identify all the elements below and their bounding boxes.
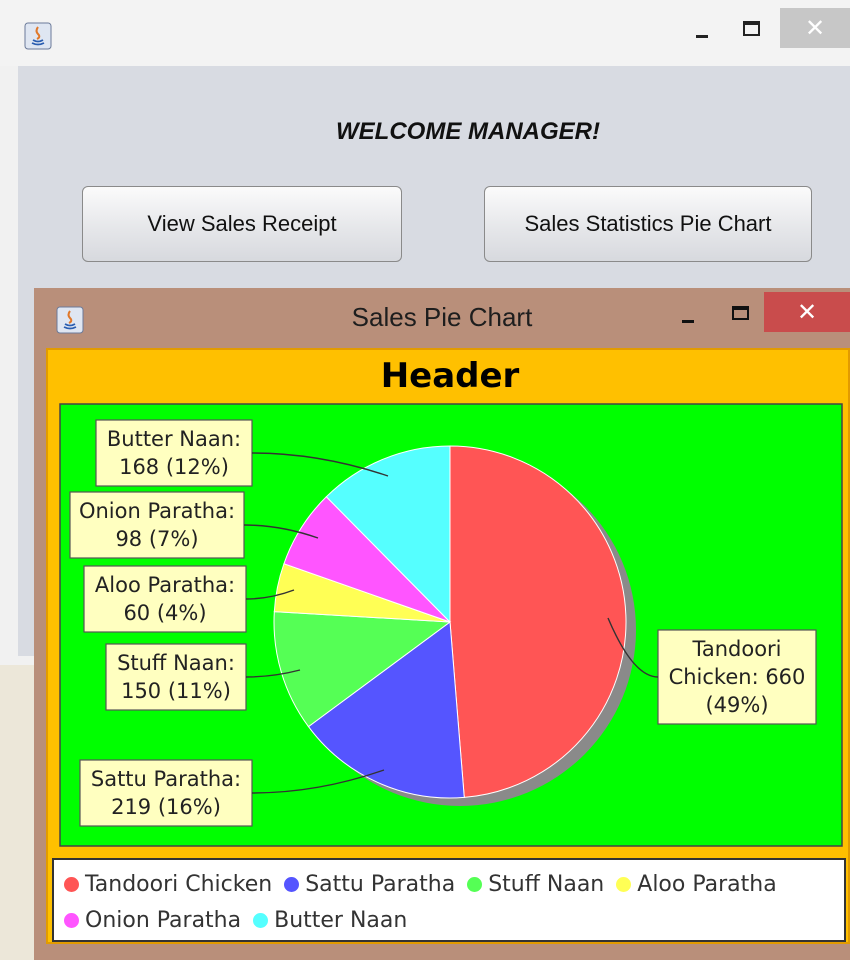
label-text-line: Tandoori [691, 637, 781, 661]
sales-pie-chart-window: Sales Pie Chart ✕ Header Tandoori Chicken… [34, 288, 850, 960]
legend-swatch [64, 912, 79, 928]
label-text-line: Onion Paratha: [79, 499, 235, 523]
label-text-line: 60 (4%) [123, 601, 206, 625]
chart-panel: Header Tandoori Chicken: 660 (49%) Sattu Pa… [46, 348, 850, 944]
legend-item-onion-paratha: Onion Paratha [64, 908, 241, 933]
legend-row: Tandoori Chicken Sattu Paratha Stuff Naan A… [64, 866, 834, 902]
minimize-button[interactable] [674, 300, 704, 334]
close-icon: ✕ [796, 298, 818, 326]
legend-row: Onion Paratha Butter Naan [64, 902, 834, 938]
legend-label: Butter Naan [274, 907, 408, 933]
legend-label: Tandoori Chicken [85, 871, 273, 897]
minimize-button[interactable] [688, 14, 718, 50]
chart-legend: Tandoori Chicken Sattu Paratha Stuff Naan A… [52, 858, 846, 942]
label-text-line: Stuff Naan: [117, 651, 235, 675]
view-sales-receipt-button[interactable]: View Sales Receipt [82, 186, 402, 262]
legend-item-tandoori-chicken: Tandoori Chicken [64, 872, 272, 897]
legend-item-stuff-naan: Stuff Naan [467, 872, 604, 897]
legend-swatch [64, 876, 79, 892]
label-text-line: 168 (12%) [119, 455, 229, 479]
label-text-line: (49%) [705, 693, 768, 717]
label-text-line: Chicken: 660 [669, 665, 806, 689]
pie-chart: Tandoori Chicken: 660 (49%) Sattu Paratha: 2… [59, 403, 843, 847]
label-text-line: 219 (16%) [111, 795, 221, 819]
legend-label: Sattu Paratha [305, 871, 456, 897]
label-text-line: Butter Naan: [107, 427, 241, 451]
java-app-icon [24, 22, 52, 50]
legend-swatch [253, 912, 269, 928]
close-button[interactable]: ✕ [780, 8, 850, 48]
maximize-button[interactable] [724, 298, 758, 330]
label-text-line: Sattu Paratha: [91, 767, 241, 791]
close-button[interactable]: ✕ [764, 292, 850, 332]
minimize-icon [682, 320, 694, 323]
legend-swatch [467, 876, 483, 892]
welcome-heading: WELCOME MANAGER! [336, 118, 600, 145]
minimize-icon [696, 35, 708, 38]
maximize-button[interactable] [734, 12, 770, 46]
legend-label: Onion Paratha [85, 907, 242, 933]
legend-swatch [284, 876, 300, 892]
legend-label: Stuff Naan [488, 871, 605, 897]
legend-swatch [616, 876, 632, 892]
label-text-line: Aloo Paratha: [95, 573, 235, 597]
label-text-line: 98 (7%) [115, 527, 198, 551]
legend-item-butter-naan: Butter Naan [253, 908, 407, 933]
label-text-line: 150 (11%) [121, 679, 231, 703]
manager-window-titlebar[interactable]: ✕ [0, 0, 850, 66]
sales-statistics-pie-chart-button[interactable]: Sales Statistics Pie Chart [484, 186, 812, 262]
pie-window-titlebar[interactable]: Sales Pie Chart ✕ [34, 288, 850, 346]
close-icon: ✕ [804, 14, 826, 42]
maximize-icon [743, 21, 760, 36]
maximize-icon [732, 306, 749, 320]
legend-item-aloo-paratha: Aloo Paratha [616, 871, 777, 897]
legend-label: Aloo Paratha [637, 871, 777, 897]
legend-item-sattu-paratha: Sattu Paratha [284, 872, 455, 897]
